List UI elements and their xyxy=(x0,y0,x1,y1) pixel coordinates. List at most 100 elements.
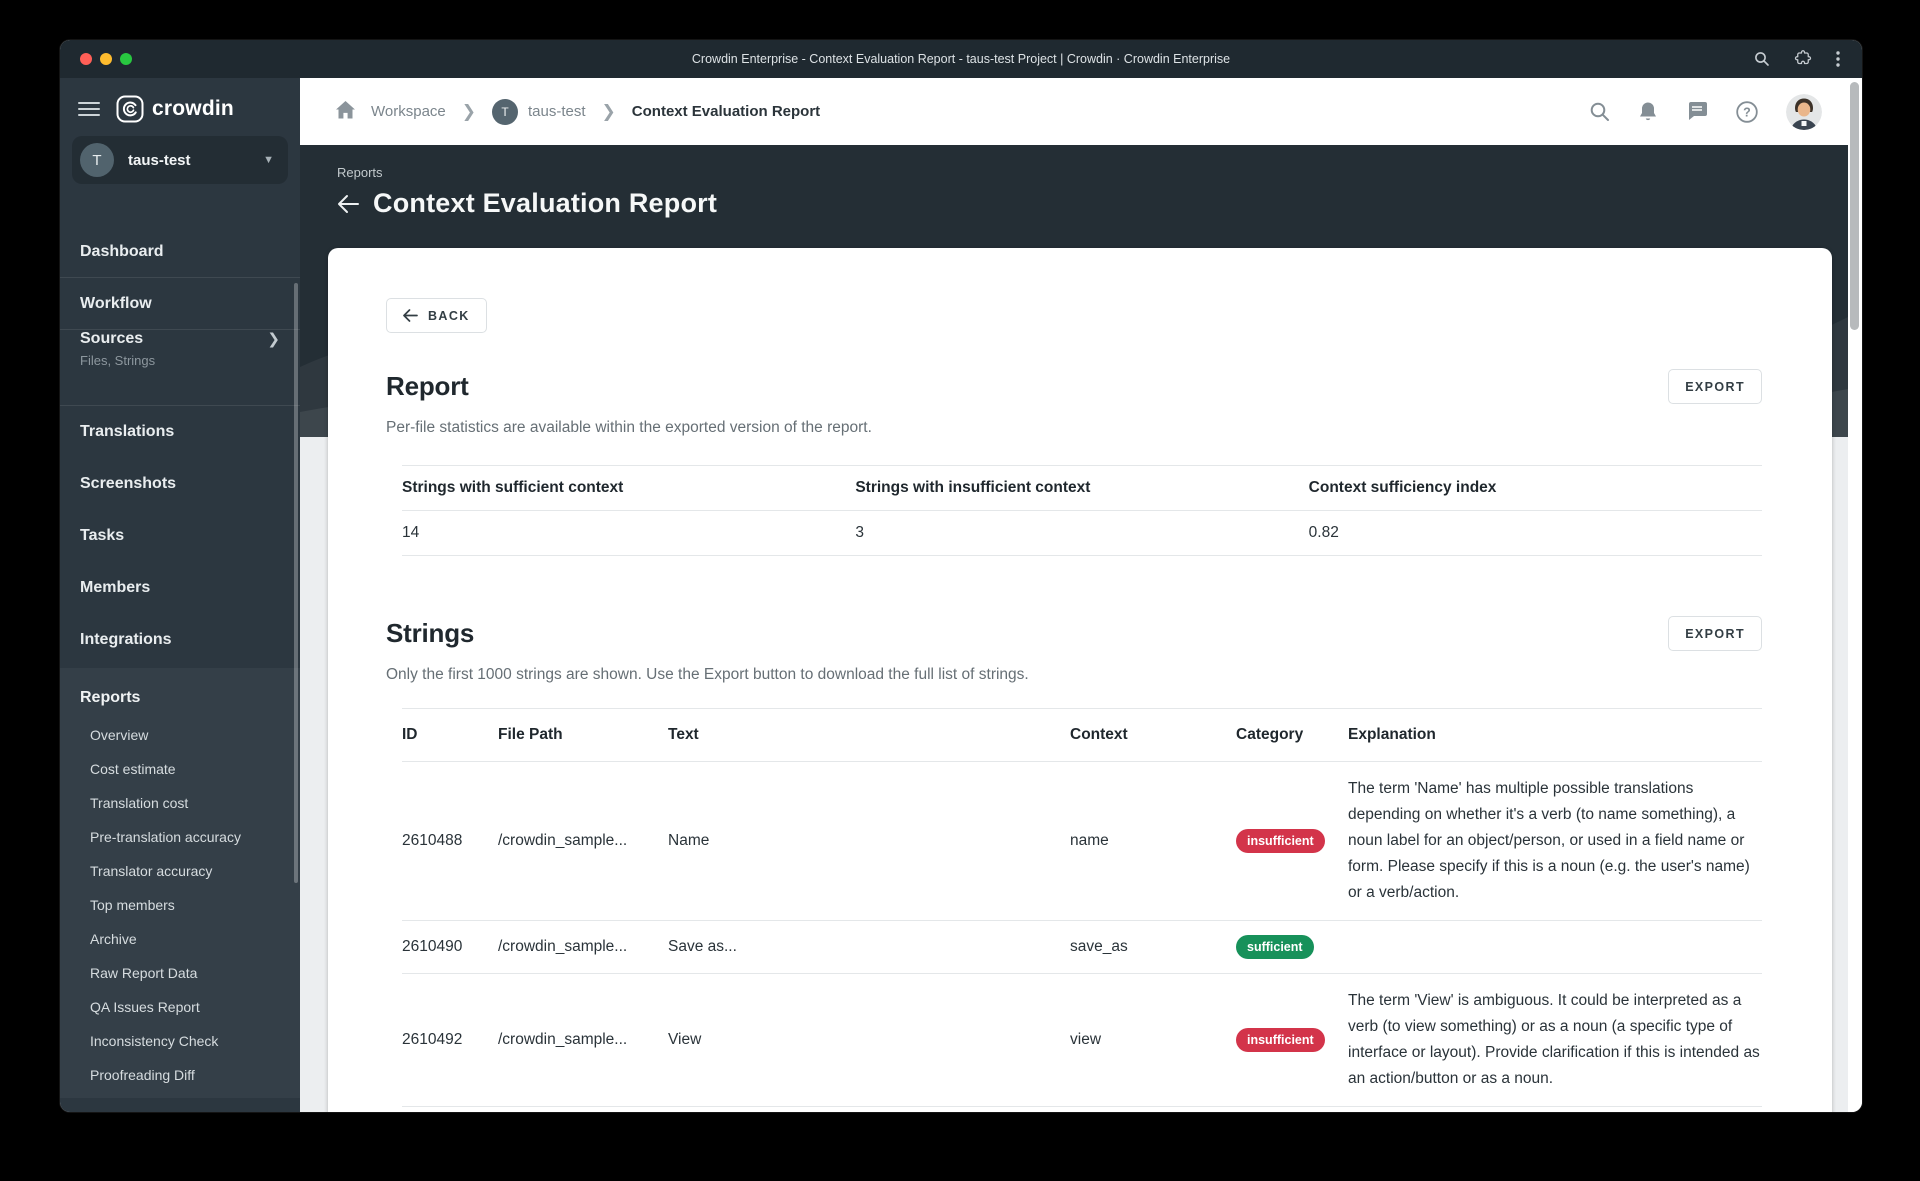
column-header-context: Context xyxy=(1070,726,1128,743)
export-report-button[interactable]: EXPORT xyxy=(1668,369,1762,404)
strings-section-title: Strings xyxy=(386,618,475,648)
zoom-window-button[interactable] xyxy=(120,53,132,65)
sidebar-item-label: Reports xyxy=(80,689,141,706)
sidebar-subitem-label: Pre-translation accuracy xyxy=(90,829,241,845)
crowdin-logo[interactable]: crowdin xyxy=(116,95,234,123)
cell-id: 2610490 xyxy=(402,938,463,955)
stat-value-index: 0.82 xyxy=(1308,524,1339,541)
breadcrumb-project-label: taus-test xyxy=(528,103,586,120)
sidebar-nav: Dashboard Workflow Sources ❯ Files, Strin… xyxy=(60,226,300,1098)
sidebar-item-raw-report-data[interactable]: Raw Report Data xyxy=(60,956,300,990)
user-avatar[interactable] xyxy=(1786,93,1822,130)
chevron-down-icon: ▼ xyxy=(263,154,274,166)
sidebar-item-members[interactable]: Members xyxy=(60,562,300,614)
breadcrumb-project[interactable]: T taus-test xyxy=(492,98,586,125)
back-button-label: BACK xyxy=(428,308,470,323)
home-icon[interactable] xyxy=(336,100,355,123)
sidebar-item-qa-issues-report[interactable]: QA Issues Report xyxy=(60,990,300,1024)
sidebar-subitem-label: Translation cost xyxy=(90,795,189,811)
cell-text: Save as... xyxy=(668,938,737,955)
sidebar-item-overview[interactable]: Overview xyxy=(60,718,300,752)
close-window-button[interactable] xyxy=(80,53,92,65)
bell-icon[interactable] xyxy=(1638,101,1658,123)
strings-table: ID File Path Text Context Category Expla… xyxy=(402,708,1762,1107)
page-scrollbar[interactable] xyxy=(1848,78,1862,1112)
sidebar-item-sublabel: Files, Strings xyxy=(80,353,156,368)
sidebar-item-translations[interactable]: Translations xyxy=(60,406,300,458)
project-selector[interactable]: T taus-test ▼ xyxy=(72,136,288,184)
sidebar-item-tasks[interactable]: Tasks xyxy=(60,510,300,562)
kebab-menu-icon[interactable] xyxy=(1836,51,1840,67)
cell-context: save_as xyxy=(1070,938,1128,955)
title-bar: Crowdin Enterprise - Context Evaluation … xyxy=(60,40,1862,78)
sidebar-item-reports[interactable]: Reports xyxy=(60,678,300,718)
sidebar-item-proofreading-diff[interactable]: Proofreading Diff xyxy=(60,1058,300,1092)
sidebar-subitem-label: Inconsistency Check xyxy=(90,1033,219,1049)
sidebar-item-workflow[interactable]: Workflow xyxy=(60,278,300,330)
sidebar-item-cost-estimate[interactable]: Cost estimate xyxy=(60,752,300,786)
page-eyebrow: Reports xyxy=(337,165,383,180)
back-arrow-icon xyxy=(403,309,418,322)
chat-icon[interactable] xyxy=(1686,101,1708,122)
sidebar-item-integrations[interactable]: Integrations xyxy=(60,614,300,666)
report-card: BACK Report EXPORT Per-file statistics a… xyxy=(328,248,1832,1112)
column-header-text: Text xyxy=(668,726,699,743)
sidebar-item-label: Tasks xyxy=(80,527,125,544)
sidebar-item-pre-translation-accuracy[interactable]: Pre-translation accuracy xyxy=(60,820,300,854)
window-title: Crowdin Enterprise - Context Evaluation … xyxy=(691,52,1231,66)
project-name: taus-test xyxy=(128,151,191,169)
cell-file-path[interactable]: /crowdin_sample... xyxy=(498,822,668,860)
sidebar-item-translation-cost[interactable]: Translation cost xyxy=(60,786,300,820)
sidebar-item-label: Dashboard xyxy=(80,242,164,260)
cell-context: view xyxy=(1070,1031,1102,1048)
sidebar-subitem-label: QA Issues Report xyxy=(90,999,200,1015)
minimize-window-button[interactable] xyxy=(100,53,112,65)
report-section-title: Report xyxy=(386,371,469,401)
cell-file-path[interactable]: /crowdin_sample... xyxy=(498,928,668,966)
page-scrollbar-thumb[interactable] xyxy=(1850,82,1859,330)
chevron-right-icon: ❯ xyxy=(601,101,616,121)
sidebar-subitem-label: Overview xyxy=(90,727,149,743)
sidebar-item-sources[interactable]: Sources ❯ Files, Strings xyxy=(60,330,300,406)
category-badge: sufficient xyxy=(1236,935,1314,959)
sidebar-subitem-label: Proofreading Diff xyxy=(90,1067,195,1083)
column-header-explanation: Explanation xyxy=(1348,726,1436,743)
cell-context: name xyxy=(1070,832,1109,849)
export-strings-button[interactable]: EXPORT xyxy=(1668,616,1762,651)
stat-header: Context sufficiency index xyxy=(1308,479,1497,496)
sidebar-item-screenshots[interactable]: Screenshots xyxy=(60,458,300,510)
sidebar-item-label: Translations xyxy=(80,423,175,440)
extensions-puzzle-icon[interactable] xyxy=(1794,50,1812,68)
sidebar-item-label: Members xyxy=(80,579,151,596)
sidebar-item-top-members[interactable]: Top members xyxy=(60,888,300,922)
crowdin-logo-icon xyxy=(116,95,144,123)
search-icon[interactable] xyxy=(1754,51,1770,67)
cell-explanation: The term 'Name' has multiple possible tr… xyxy=(1348,780,1750,901)
cell-id: 2610488 xyxy=(402,832,463,849)
report-stats-table: Strings with sufficient context Strings … xyxy=(402,465,1762,556)
page-title: Context Evaluation Report xyxy=(373,188,718,218)
search-icon[interactable] xyxy=(1589,101,1610,122)
sidebar: crowdin T taus-test ▼ Dashboard Workflow… xyxy=(60,78,300,1112)
project-avatar: T xyxy=(80,143,114,177)
sidebar-item-dashboard[interactable]: Dashboard xyxy=(60,226,300,278)
sidebar-subitem-label: Translator accuracy xyxy=(90,863,213,879)
category-badge: insufficient xyxy=(1236,829,1325,853)
sidebar-scrollbar[interactable] xyxy=(294,283,298,883)
column-header-file-path: File Path xyxy=(498,726,563,743)
sidebar-item-inconsistency-check[interactable]: Inconsistency Check xyxy=(60,1024,300,1058)
hamburger-icon[interactable] xyxy=(78,102,100,116)
table-row: 2610488 /crowdin_sample... Name name ins… xyxy=(402,762,1762,921)
breadcrumb-current: Context Evaluation Report xyxy=(631,103,821,120)
browser-window: Crowdin Enterprise - Context Evaluation … xyxy=(60,40,1862,1112)
breadcrumb-workspace[interactable]: Workspace xyxy=(371,103,446,120)
sidebar-item-translator-accuracy[interactable]: Translator accuracy xyxy=(60,854,300,888)
breadcrumb: Workspace ❯ T taus-test ❯ Context Evalua… xyxy=(336,98,821,125)
back-arrow-icon[interactable] xyxy=(337,194,359,214)
cell-file-path[interactable]: /crowdin_sample... xyxy=(498,1021,668,1059)
back-button[interactable]: BACK xyxy=(386,298,487,333)
cell-text: Name xyxy=(668,832,710,849)
sidebar-item-label: Integrations xyxy=(80,631,172,648)
help-icon[interactable]: ? xyxy=(1736,100,1758,123)
sidebar-item-archive[interactable]: Archive xyxy=(60,922,300,956)
